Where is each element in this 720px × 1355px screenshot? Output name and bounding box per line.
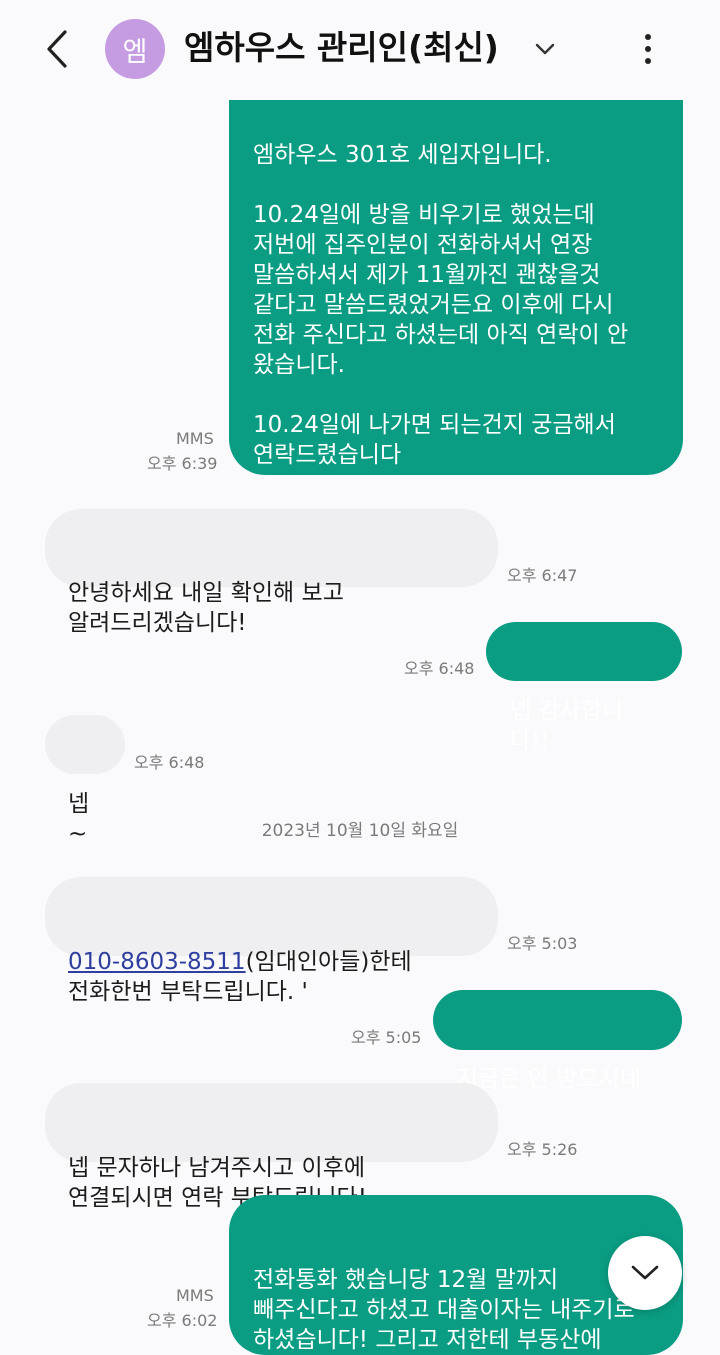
back-button[interactable] [34,26,80,72]
scroll-to-bottom-button[interactable] [608,1236,682,1310]
mms-label: MMS [176,429,214,448]
message-text: 엠하우스 301호 세입자입니다. 10.24일에 방을 비우기로 했었는데 저… [253,142,629,468]
chevron-left-icon [47,30,67,68]
more-dot-icon [645,46,651,52]
date-separator: 2023년 10월 10일 화요일 [261,821,459,841]
avatar-initial: 엠 [122,36,148,68]
phone-number-link[interactable]: 010-8603-8511 [68,949,246,975]
outgoing-message-bubble[interactable]: 넵 감사합니다!! [486,622,682,754]
message-timestamp: 오후 6:39 [147,454,218,473]
message-timestamp: 오후 6:02 [147,1311,218,1330]
message-text: 010-8603-8511(임대인아들)한테 전화한번 부탁드립니다. ' [68,947,475,1007]
message-timestamp: 오후 6:48 [404,659,475,678]
avatar[interactable]: 엠 [105,19,165,79]
chevron-down-icon [535,43,555,55]
incoming-message-bubble[interactable]: 안녕하세요 내일 확인해 보고 알려드리겠습니다! [45,509,498,636]
incoming-message-bubble[interactable]: 010-8603-8511(임대인아들)한테 전화한번 부탁드립니다. ' [45,877,498,1005]
incoming-message-bubble[interactable]: 넵~ [45,715,125,847]
message-text: 안녕하세요 내일 확인해 보고 알려드리겠습니다! [68,580,344,636]
outgoing-message-bubble[interactable]: 지금은 안 받으시네용 [433,990,682,1122]
message-timestamp: 오후 5:26 [507,1140,578,1159]
conversation-header: 엠 엠하우스 관리인(최신) [0,0,720,100]
message-timestamp: 오후 6:48 [134,753,205,772]
message-timestamp: 오후 6:47 [507,566,578,585]
mms-label: MMS [176,1286,214,1305]
more-dot-icon [645,34,651,40]
more-dot-icon [645,58,651,64]
chevron-down-icon [631,1265,659,1280]
more-options-button[interactable] [626,24,670,74]
message-timestamp: 오후 5:03 [507,934,578,953]
message-text: 넵 감사합니다!! [510,698,624,754]
contact-name[interactable]: 엠하우스 관리인(최신) [184,22,499,74]
message-timestamp: 오후 5:05 [351,1028,422,1047]
contact-details-toggle[interactable] [530,34,560,64]
incoming-message-bubble[interactable]: 넵 문자하나 남겨주시고 이후에 연결되시면 연락 부탁드립니다! [45,1083,498,1211]
